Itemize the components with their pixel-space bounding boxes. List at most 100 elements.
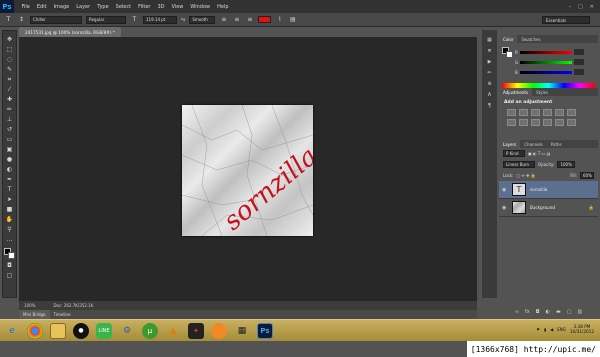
character-panel-icon[interactable]: ▤ xyxy=(288,16,297,24)
document-tab[interactable]: 2417531.jpg @ 100% (sornzilla, RGB/8#) * xyxy=(19,27,121,37)
tab-timeline[interactable]: Timeline xyxy=(50,310,75,319)
align-center-icon[interactable]: ≡ xyxy=(232,16,241,24)
zoom-level[interactable]: 100% xyxy=(24,303,35,308)
blur-icon[interactable]: ● xyxy=(5,156,14,164)
history-icon[interactable]: ▦ xyxy=(485,36,495,44)
menu-filter[interactable]: Filter xyxy=(135,4,154,10)
blue-value[interactable] xyxy=(573,69,584,75)
utorrent-icon[interactable]: µ xyxy=(142,322,158,339)
eye-icon[interactable]: ◉ xyxy=(502,205,508,211)
folder-icon[interactable]: ▬ xyxy=(556,309,561,315)
zoom-tool-icon[interactable]: ⚲ xyxy=(5,226,14,234)
align-left-icon[interactable]: ≡ xyxy=(219,16,228,24)
acrobat-icon[interactable]: ✦ xyxy=(188,322,204,339)
tab-adjustments[interactable]: Adjustments xyxy=(499,88,533,96)
photoshop-taskbar-icon[interactable]: Ps xyxy=(257,322,273,339)
maximize-icon[interactable]: □ xyxy=(578,4,583,10)
font-style-select[interactable]: Regular xyxy=(86,15,126,24)
eyedropper-icon[interactable]: ⁄ xyxy=(5,86,14,94)
eraser-icon[interactable]: ▭ xyxy=(5,136,14,144)
levels-icon[interactable] xyxy=(519,109,528,116)
paragraph-icon[interactable]: ¶ xyxy=(485,102,495,110)
tab-styles[interactable]: Styles xyxy=(532,88,552,96)
move-tool-icon[interactable]: ✥ xyxy=(5,36,14,44)
media-icon[interactable] xyxy=(211,322,227,339)
tab-color[interactable]: Color xyxy=(499,35,518,43)
fill-field[interactable]: 60% xyxy=(580,172,594,179)
green-value[interactable] xyxy=(574,59,585,65)
new-layer-icon[interactable]: ▢ xyxy=(567,309,572,315)
chrome-icon[interactable] xyxy=(27,322,43,339)
eye-icon[interactable]: ◉ xyxy=(502,187,508,193)
antialias-select[interactable]: Smooth xyxy=(189,15,216,24)
menu-file[interactable]: File xyxy=(18,4,33,10)
menu-help[interactable]: Help xyxy=(214,4,232,10)
language-indicator[interactable]: ENG xyxy=(557,327,566,332)
tab-channels[interactable]: Channels xyxy=(520,140,547,148)
layer-name[interactable]: Background xyxy=(530,205,555,210)
tab-swatches[interactable]: Swatches xyxy=(517,35,544,43)
menu-edit[interactable]: Edit xyxy=(33,4,50,10)
red-slider[interactable] xyxy=(519,50,572,54)
opacity-field[interactable]: 100% xyxy=(557,161,576,168)
font-family-select[interactable]: Chiller xyxy=(30,15,82,24)
clone-source-icon[interactable]: ⊕ xyxy=(485,80,495,88)
background-color[interactable] xyxy=(7,252,15,259)
curves-icon[interactable] xyxy=(531,109,540,116)
quick-select-icon[interactable]: ✎ xyxy=(5,66,14,74)
lasso-tool-icon[interactable]: ◌ xyxy=(5,56,14,64)
warp-text-icon[interactable]: ⌇ xyxy=(275,16,284,24)
channel-mixer-icon[interactable] xyxy=(543,119,552,126)
adjustment-layer-icon[interactable]: ◐ xyxy=(546,309,550,315)
type-tool-icon[interactable]: T xyxy=(5,186,14,194)
hue-icon[interactable] xyxy=(567,109,576,116)
invert-icon[interactable] xyxy=(567,119,576,126)
layer-name[interactable]: sornzilla xyxy=(530,187,547,192)
line-icon[interactable]: LINE xyxy=(96,322,112,339)
shape-tool-icon[interactable]: ■ xyxy=(5,206,14,214)
text-color-swatch[interactable] xyxy=(258,16,272,23)
more-tools-icon[interactable]: … xyxy=(5,236,14,244)
fx-icon[interactable]: fx xyxy=(525,309,530,315)
background-chip[interactable] xyxy=(506,51,513,58)
color-chips[interactable] xyxy=(502,47,513,58)
quick-mask-icon[interactable]: ◘ xyxy=(5,262,14,270)
menu-window[interactable]: Window xyxy=(187,4,214,10)
character-icon[interactable]: A xyxy=(485,91,495,99)
brush-tool-icon[interactable]: ✏ xyxy=(5,106,14,114)
font-size-field[interactable]: 119.14 pt xyxy=(143,15,177,24)
photo-filter-icon[interactable] xyxy=(531,119,540,126)
folder-icon[interactable] xyxy=(50,322,66,339)
tray-network-icon[interactable]: ▮ xyxy=(544,327,546,332)
marquee-tool-icon[interactable]: ⬚ xyxy=(5,46,14,54)
brightness-icon[interactable] xyxy=(507,109,516,116)
menu-type[interactable]: Type xyxy=(94,4,112,10)
clock[interactable]: 3:38 PM 10/31/2012 xyxy=(570,324,594,334)
workspace-select[interactable]: Essentials xyxy=(542,16,590,24)
blue-slider[interactable] xyxy=(519,70,572,74)
layer-row-text[interactable]: ◉ T sornzilla xyxy=(499,181,598,199)
crop-tool-icon[interactable]: ⌗ xyxy=(5,76,14,84)
align-right-icon[interactable]: ≡ xyxy=(245,16,254,24)
clone-stamp-icon[interactable]: ⊥ xyxy=(5,116,14,124)
gradient-icon[interactable]: ▣ xyxy=(5,146,14,154)
tab-layers[interactable]: Layers xyxy=(499,140,521,148)
history-brush-icon[interactable]: ↺ xyxy=(5,126,14,134)
mask-icon[interactable]: ◘ xyxy=(536,309,540,315)
red-value[interactable] xyxy=(573,49,584,55)
properties-icon[interactable]: ≣ xyxy=(485,47,495,55)
menu-image[interactable]: Image xyxy=(50,4,73,10)
vlc-icon[interactable]: ▲ xyxy=(165,323,181,339)
vibrance-icon[interactable] xyxy=(555,109,564,116)
black-white-icon[interactable] xyxy=(519,119,528,126)
path-select-icon[interactable]: ➤ xyxy=(5,196,14,204)
film-icon[interactable]: ▦ xyxy=(234,323,250,339)
menu-3d[interactable]: 3D xyxy=(154,4,168,10)
orientation-icon[interactable]: ↕ xyxy=(17,16,26,24)
tray-flag-icon[interactable]: ⚑ xyxy=(536,327,540,332)
tab-paths[interactable]: Paths xyxy=(547,140,566,148)
exposure-icon[interactable] xyxy=(543,109,552,116)
document-canvas[interactable]: sornzilla xyxy=(182,105,313,236)
network-icon[interactable]: ⚙ xyxy=(119,323,135,339)
link-icon[interactable]: ∞ xyxy=(515,309,519,315)
